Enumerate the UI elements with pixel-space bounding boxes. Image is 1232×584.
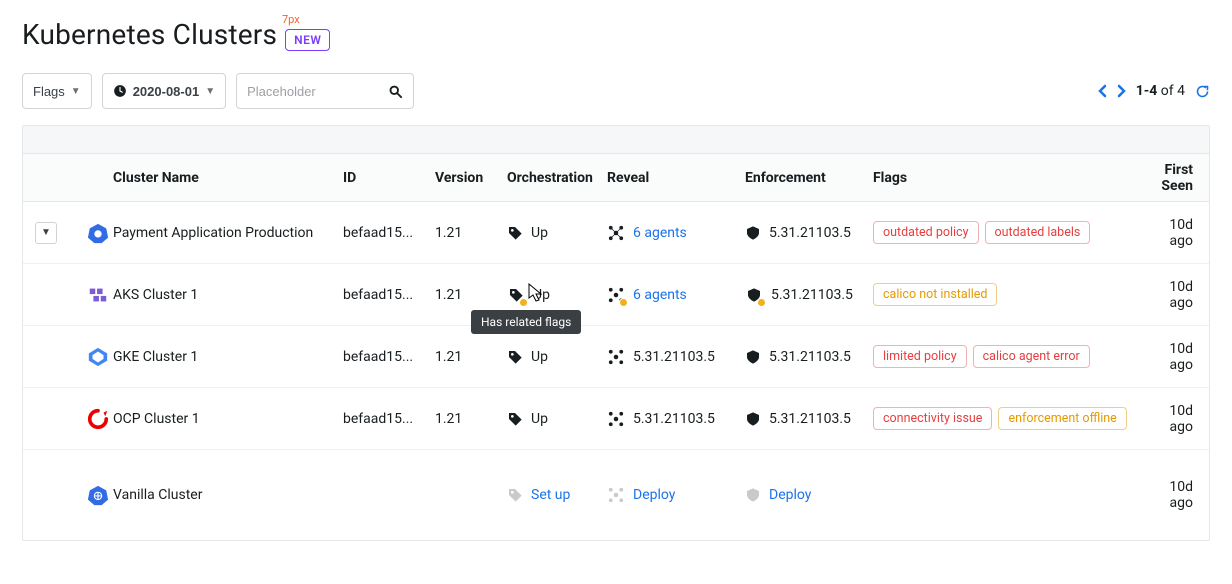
flag-chip[interactable]: limited policy xyxy=(873,345,967,368)
enforcement-cell: 5.31.21103.5 xyxy=(745,286,873,304)
reveal-deploy[interactable]: Deploy xyxy=(607,486,745,504)
col-reveal[interactable]: Reveal xyxy=(607,170,745,186)
flags-cell: outdated policy outdated labels xyxy=(873,221,1157,244)
reveal-cell[interactable]: 6 agents xyxy=(607,224,745,242)
aks-icon xyxy=(87,284,109,306)
reveal-cell[interactable]: 6 agents xyxy=(607,286,745,304)
tag-icon xyxy=(507,411,523,427)
cursor-icon xyxy=(527,283,543,303)
agents-icon xyxy=(607,224,625,242)
refresh-icon[interactable] xyxy=(1195,84,1210,99)
table-row[interactable]: GKE Cluster 1 befaad15... 1.21 Up 5.31.2… xyxy=(23,326,1209,388)
reveal-cell: 5.31.21103.5 xyxy=(607,348,745,366)
flags-cell: limited policy calico agent error xyxy=(873,345,1157,368)
flag-chip[interactable]: outdated labels xyxy=(985,221,1091,244)
table-row[interactable]: AKS Cluster 1 befaad15... 1.21 Up 6 agen… xyxy=(23,264,1209,326)
orchestration-cell: Up xyxy=(507,349,607,365)
cluster-name: GKE Cluster 1 xyxy=(113,349,343,365)
search-field[interactable] xyxy=(236,73,414,109)
tag-icon xyxy=(507,487,523,503)
enforcement-deploy[interactable]: Deploy xyxy=(745,486,873,504)
agents-icon xyxy=(607,348,625,366)
cluster-id: befaad15... xyxy=(343,411,435,427)
openshift-icon xyxy=(87,408,109,430)
col-enforcement[interactable]: Enforcement xyxy=(745,170,873,186)
table-row[interactable]: Vanilla Cluster Set up Deploy Deploy 10d… xyxy=(23,450,1209,540)
prev-page[interactable] xyxy=(1098,84,1107,98)
cluster-name: Payment Application Production xyxy=(113,225,343,241)
tooltip: Has related flags xyxy=(471,310,581,334)
flag-chip[interactable]: enforcement offline xyxy=(998,407,1126,430)
clusters-table: Cluster Name ID Version Orchestration Re… xyxy=(22,125,1210,541)
agents-icon xyxy=(607,486,625,504)
enforcement-cell: 5.31.21103.5 xyxy=(745,224,873,242)
enforcement-cell: 5.31.21103.5 xyxy=(745,348,873,366)
shield-icon xyxy=(745,224,761,242)
cluster-version: 1.21 xyxy=(435,225,507,241)
date-picker-label: 2020-08-01 xyxy=(133,84,200,99)
col-orchestration[interactable]: Orchestration xyxy=(507,170,607,186)
agents-icon xyxy=(607,286,625,304)
chevron-down-icon: ▼ xyxy=(71,86,81,97)
search-input[interactable] xyxy=(247,84,367,99)
shield-icon xyxy=(745,486,761,504)
first-seen: 10d ago xyxy=(1157,279,1193,311)
col-version[interactable]: Version xyxy=(435,170,507,186)
date-picker[interactable]: 2020-08-01 ▼ xyxy=(102,73,226,109)
col-id[interactable]: ID xyxy=(343,170,435,186)
shield-icon xyxy=(745,348,761,366)
agents-icon xyxy=(607,410,625,428)
orchestration-cell: Up xyxy=(507,286,607,304)
first-seen: 10d ago xyxy=(1157,403,1193,435)
kubernetes-icon xyxy=(87,484,109,506)
tag-icon xyxy=(507,349,523,365)
cluster-id: befaad15... xyxy=(343,349,435,365)
page-title: Kubernetes Clusters xyxy=(22,18,277,51)
flags-dropdown-label: Flags xyxy=(33,84,65,99)
cluster-version: 1.21 xyxy=(435,349,507,365)
flags-cell: connectivity issue enforcement offline xyxy=(873,407,1157,430)
cluster-version: 1.21 xyxy=(435,411,507,427)
gke-icon xyxy=(87,346,109,368)
kubernetes-icon xyxy=(87,222,109,244)
shield-icon xyxy=(745,286,763,304)
table-row[interactable]: OCP Cluster 1 befaad15... 1.21 Up 5.31.2… xyxy=(23,388,1209,450)
next-page[interactable] xyxy=(1117,84,1126,98)
flag-chip[interactable]: outdated policy xyxy=(873,221,979,244)
search-icon[interactable] xyxy=(388,84,403,99)
orchestration-setup[interactable]: Set up xyxy=(507,487,607,503)
cluster-name: OCP Cluster 1 xyxy=(113,411,343,427)
cluster-id: befaad15... xyxy=(343,225,435,241)
orchestration-cell: Up xyxy=(507,411,607,427)
chevron-down-icon: ▼ xyxy=(205,86,215,97)
orchestration-cell: Up xyxy=(507,225,607,241)
flags-cell: calico not installed xyxy=(873,283,1157,306)
cluster-name: Vanilla Cluster xyxy=(113,487,343,503)
col-name[interactable]: Cluster Name xyxy=(113,170,343,186)
cluster-id: befaad15... xyxy=(343,287,435,303)
shield-icon xyxy=(745,410,761,428)
clock-icon xyxy=(113,84,127,98)
first-seen: 10d ago xyxy=(1157,341,1193,373)
flags-dropdown[interactable]: Flags ▼ xyxy=(22,73,92,109)
flag-chip[interactable]: connectivity issue xyxy=(873,407,992,430)
first-seen: 10d ago xyxy=(1157,479,1193,511)
expand-row[interactable]: ▼ xyxy=(35,222,57,244)
new-badge: NEW xyxy=(285,29,330,51)
enforcement-cell: 5.31.21103.5 xyxy=(745,410,873,428)
col-firstseen[interactable]: First Seen xyxy=(1157,162,1193,194)
first-seen: 10d ago xyxy=(1157,217,1193,249)
gap-annotation: 7px xyxy=(282,13,300,26)
tag-icon xyxy=(507,286,525,304)
cluster-name: AKS Cluster 1 xyxy=(113,287,343,303)
pager-range: 1-4 of 4 xyxy=(1136,83,1185,99)
table-row[interactable]: ▼ Payment Application Production befaad1… xyxy=(23,202,1209,264)
reveal-cell: 5.31.21103.5 xyxy=(607,410,745,428)
cluster-version: 1.21 xyxy=(435,287,507,303)
tag-icon xyxy=(507,225,523,241)
flag-chip[interactable]: calico not installed xyxy=(873,283,997,306)
flag-chip[interactable]: calico agent error xyxy=(973,345,1090,368)
col-flags[interactable]: Flags xyxy=(873,170,1157,186)
